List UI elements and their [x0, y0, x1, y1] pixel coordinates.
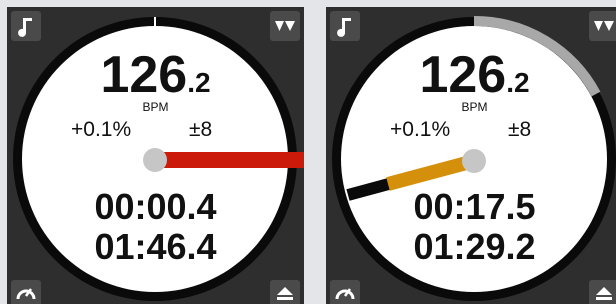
eject-button[interactable] — [270, 280, 300, 304]
eject-button[interactable] — [589, 280, 616, 304]
menu-dropdown-button[interactable] — [589, 11, 616, 41]
bpm-display: 126.2 — [7, 49, 304, 101]
bpm-label: BPM — [461, 100, 488, 114]
sync-gauge-icon — [16, 288, 36, 300]
deck-right: 126.2 BPM +0.1% ±8 00:17.5 01:29.2 — [326, 7, 616, 304]
bpm-integer: 126 — [100, 46, 188, 104]
sync-button[interactable] — [330, 280, 360, 304]
eject-icon — [596, 287, 612, 300]
sync-gauge-icon — [335, 288, 355, 300]
center-spindle — [143, 148, 167, 172]
sync-button[interactable] — [11, 280, 41, 304]
double-triangle-down-icon — [594, 21, 614, 31]
remaining-time: 01:29.2 — [413, 226, 536, 267]
pitch-range: ±8 — [508, 118, 532, 141]
center-spindle — [462, 149, 486, 173]
menu-dropdown-button[interactable] — [270, 11, 300, 41]
elapsed-time: 00:17.5 — [413, 186, 536, 227]
music-note-icon — [18, 18, 32, 37]
deck-left: 126.2 BPM +0.1% ±8 00:00.4 01:46.4 — [7, 7, 304, 304]
eject-icon — [277, 287, 293, 300]
music-note-icon — [337, 18, 351, 37]
bpm-decimal: .2 — [506, 67, 530, 98]
double-triangle-down-icon — [275, 21, 295, 31]
pitch-value: +0.1% — [390, 118, 451, 141]
remaining-time: 01:46.4 — [94, 226, 217, 267]
bpm-display: 126.2 — [326, 49, 616, 101]
pitch-value: +0.1% — [71, 118, 132, 141]
elapsed-time: 00:00.4 — [94, 186, 217, 227]
music-note-button[interactable] — [330, 11, 360, 41]
bpm-integer: 126 — [419, 46, 507, 104]
bpm-label: BPM — [142, 100, 169, 114]
music-note-button[interactable] — [11, 11, 41, 41]
pitch-range: ±8 — [189, 118, 213, 141]
bpm-decimal: .2 — [187, 67, 211, 98]
